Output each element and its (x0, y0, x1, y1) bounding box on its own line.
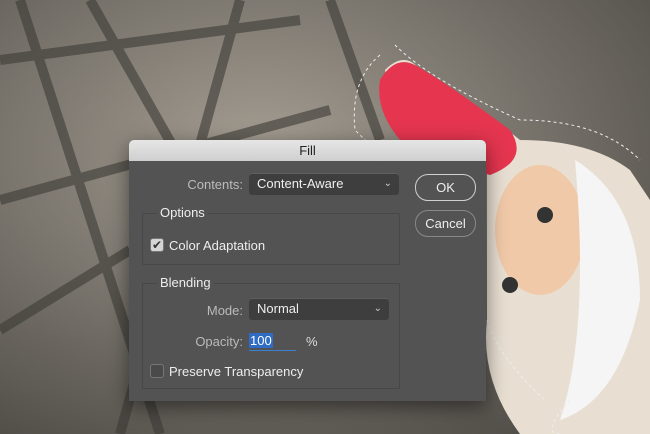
chevron-down-icon: ⌄ (373, 303, 382, 314)
contents-label: Contents: (187, 177, 243, 192)
checkmark-icon: ✔ (151, 238, 163, 252)
mode-value: Normal (257, 301, 299, 316)
opacity-value: 100 (249, 333, 273, 348)
preserve-transparency-label[interactable]: Preserve Transparency (169, 364, 303, 379)
dialog-title[interactable]: Fill (129, 140, 486, 161)
options-title: Options (157, 205, 208, 220)
chevron-down-icon: ⌄ (383, 178, 392, 189)
contents-value: Content-Aware (257, 176, 344, 191)
ok-button[interactable]: OK (415, 174, 476, 201)
opacity-input[interactable]: 100 (249, 333, 296, 351)
preserve-transparency-checkbox[interactable] (150, 364, 164, 378)
opacity-unit: % (306, 334, 318, 349)
opacity-label: Opacity: (195, 334, 243, 349)
color-adaptation-checkbox[interactable]: ✔ (150, 238, 164, 252)
contents-select[interactable]: Content-Aware ⌄ (249, 173, 399, 195)
mode-select[interactable]: Normal ⌄ (249, 298, 389, 320)
fill-dialog: Fill Contents: Content-Aware ⌄ OK Cancel… (129, 140, 486, 401)
blending-title: Blending (157, 275, 214, 290)
color-adaptation-label[interactable]: Color Adaptation (169, 238, 265, 253)
mode-label: Mode: (206, 303, 243, 318)
cancel-button[interactable]: Cancel (415, 210, 476, 237)
